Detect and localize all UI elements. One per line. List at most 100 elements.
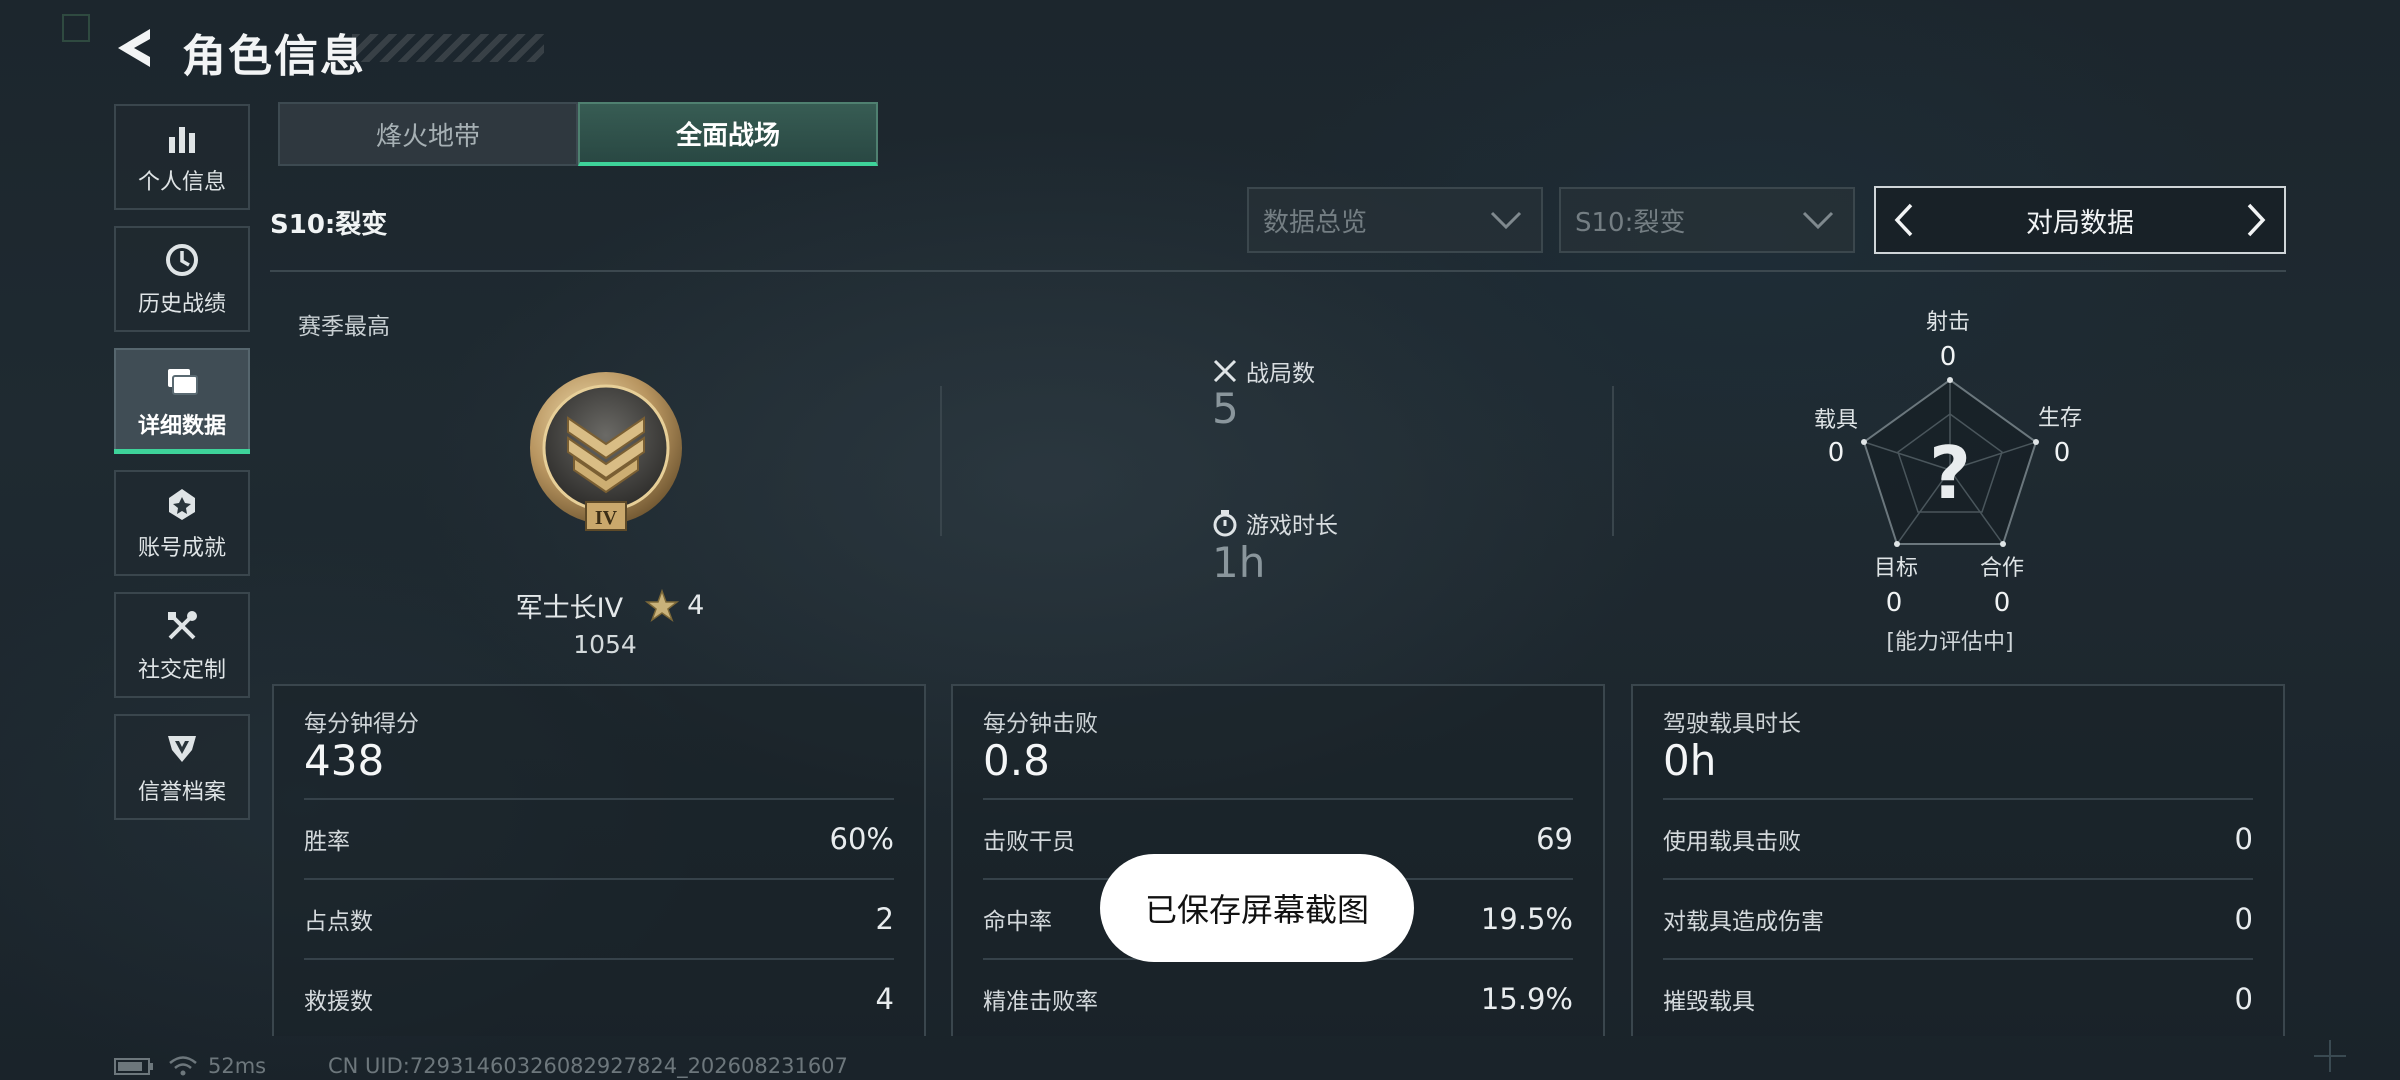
chevron-down-icon bbox=[1802, 211, 1834, 230]
rank-stars: 4 bbox=[687, 590, 705, 621]
switcher-label: 对局数据 bbox=[2026, 207, 2134, 239]
shield-emblem-icon bbox=[162, 728, 202, 768]
previous-button[interactable] bbox=[1884, 200, 1924, 240]
bar-chart-icon bbox=[162, 118, 202, 158]
back-button[interactable] bbox=[110, 22, 158, 74]
stat-row: 使用载具击败 0 bbox=[1663, 800, 2253, 878]
stat-label: 击败干员 bbox=[983, 829, 1075, 855]
stat-row: 占点数 2 bbox=[304, 880, 894, 958]
playtime-label: 游戏时长 bbox=[1246, 513, 1338, 539]
card-head-value: 0.8 bbox=[983, 736, 1050, 785]
season-dropdown[interactable]: S10:裂变 bbox=[1559, 187, 1855, 253]
wifi-icon bbox=[169, 1056, 197, 1076]
dropdown-value: 数据总览 bbox=[1263, 207, 1368, 238]
radar-label-shooting: 射击 bbox=[1925, 310, 1970, 335]
stat-value: 19.5% bbox=[1480, 902, 1573, 936]
sidebar-item-label: 个人信息 bbox=[137, 170, 226, 195]
rank-name: 军士长IV bbox=[515, 593, 624, 624]
stat-value: 69 bbox=[1536, 822, 1573, 856]
stat-row: 摧毁载具 0 bbox=[1663, 960, 2253, 1038]
stat-label: 使用载具击败 bbox=[1663, 829, 1801, 855]
card-head-label: 驾驶载具时长 bbox=[1663, 711, 1801, 737]
radar-status: [能力评估中] bbox=[1886, 630, 2014, 655]
screenshot-saved-toast: 已保存屏幕截图 bbox=[1100, 854, 1414, 962]
sidebar-item-label: 详细数据 bbox=[137, 414, 226, 439]
header-divider bbox=[270, 270, 2286, 272]
matches-value: 5 bbox=[1212, 384, 1239, 433]
achievement-badge-icon bbox=[162, 484, 202, 524]
sidebar-item-label: 账号成就 bbox=[137, 536, 226, 561]
sidebar-item-detailed-data[interactable]: 详细数据 bbox=[114, 348, 250, 454]
chevron-left-icon bbox=[1894, 203, 1913, 237]
rank-points: 1054 bbox=[573, 630, 637, 659]
folder-icon bbox=[162, 362, 202, 402]
stat-value: 4 bbox=[875, 982, 894, 1016]
data-type-switcher: 对局数据 bbox=[1874, 186, 2286, 254]
rank-medal-icon: IV bbox=[530, 372, 682, 531]
status-bar: 52ms bbox=[114, 1054, 266, 1078]
radar-value-teamwork: 0 bbox=[1993, 588, 2011, 618]
overview-dropdown[interactable]: 数据总览 bbox=[1247, 187, 1543, 253]
stat-row: 胜率 60% bbox=[304, 800, 894, 878]
rank-badge: IV bbox=[526, 366, 686, 536]
sidebar-item-label: 信誉档案 bbox=[137, 780, 226, 805]
radar-center-mark: ? bbox=[1929, 431, 1971, 515]
next-button[interactable] bbox=[2236, 200, 2276, 240]
sidebar-item-social[interactable]: 社交定制 bbox=[114, 592, 250, 698]
sidebar-item-achievements[interactable]: 账号成就 bbox=[114, 470, 250, 576]
radar-value-objective: 0 bbox=[1885, 588, 1903, 618]
corner-square-decoration bbox=[62, 14, 90, 42]
title-stripes-decoration bbox=[352, 34, 544, 62]
stat-label: 对载具造成伤害 bbox=[1663, 909, 1824, 935]
tab-hazard-zone[interactable]: 烽火地带 bbox=[278, 102, 578, 166]
crossed-swords-icon bbox=[1213, 359, 1237, 383]
matches-label-row: 战局数 bbox=[1212, 354, 1315, 388]
stat-label: 精准击败率 bbox=[983, 989, 1098, 1015]
playtime-label-row: 游戏时长 bbox=[1212, 506, 1338, 540]
star-icon bbox=[645, 588, 680, 622]
sidebar-item-label: 历史战绩 bbox=[137, 292, 226, 317]
stat-row: 对载具造成伤害 0 bbox=[1663, 880, 2253, 958]
stat-row: 救援数 4 bbox=[304, 960, 894, 1038]
back-arrow-icon bbox=[118, 29, 150, 67]
card-head-value: 438 bbox=[304, 736, 385, 785]
playtime-value: 1h bbox=[1212, 538, 1266, 587]
stat-value: 0 bbox=[2234, 822, 2253, 856]
battery-icon bbox=[114, 1058, 153, 1075]
stat-value: 60% bbox=[829, 822, 894, 856]
card-head-label: 每分钟得分 bbox=[304, 711, 419, 737]
rank-name-row: 军士长IV 4 bbox=[500, 586, 720, 625]
ping-value: 52ms bbox=[208, 1054, 267, 1078]
section-divider bbox=[1612, 386, 1614, 536]
stat-label: 救援数 bbox=[304, 989, 373, 1015]
ability-radar-chart: ? bbox=[1850, 370, 2050, 560]
chevron-right-icon bbox=[2247, 203, 2266, 237]
stat-value: 2 bbox=[875, 902, 894, 936]
tab-total-war[interactable]: 全面战场 bbox=[578, 102, 878, 166]
sidebar-item-reputation[interactable]: 信誉档案 bbox=[114, 714, 250, 820]
sidebar-item-personal-info[interactable]: 个人信息 bbox=[114, 104, 250, 210]
stat-row: 精准击败率 15.9% bbox=[983, 960, 1573, 1038]
radar-value-shooting: 0 bbox=[1939, 342, 1957, 372]
stat-label: 胜率 bbox=[304, 829, 350, 855]
stat-value: 15.9% bbox=[1480, 982, 1573, 1016]
uid-label: CN UID:7293146032608292782​4_20260823160… bbox=[328, 1054, 848, 1078]
sidebar-item-history[interactable]: 历史战绩 bbox=[114, 226, 250, 332]
dropdown-value: S10:裂变 bbox=[1575, 207, 1686, 238]
season-label: S10:裂变 bbox=[270, 210, 388, 240]
history-clock-icon bbox=[162, 240, 202, 280]
stat-value: 0 bbox=[2234, 982, 2253, 1016]
season-best-label: 赛季最高 bbox=[298, 314, 390, 340]
radar-pentagon: ? bbox=[1861, 377, 2039, 547]
stat-label: 摧毁载具 bbox=[1663, 989, 1755, 1015]
stopwatch-icon bbox=[1213, 510, 1237, 537]
card-head-label: 每分钟击败 bbox=[983, 711, 1098, 737]
page-title: 角色信息 bbox=[182, 31, 366, 82]
plus-crosshair-icon bbox=[2314, 1040, 2346, 1072]
mode-tabs: 烽火地带 全面战场 bbox=[278, 102, 878, 166]
tools-icon bbox=[162, 606, 202, 646]
card-head-value: 0h bbox=[1663, 736, 1717, 785]
stat-value: 0 bbox=[2234, 902, 2253, 936]
matches-label: 战局数 bbox=[1246, 361, 1315, 387]
chevron-down-icon bbox=[1490, 211, 1522, 230]
